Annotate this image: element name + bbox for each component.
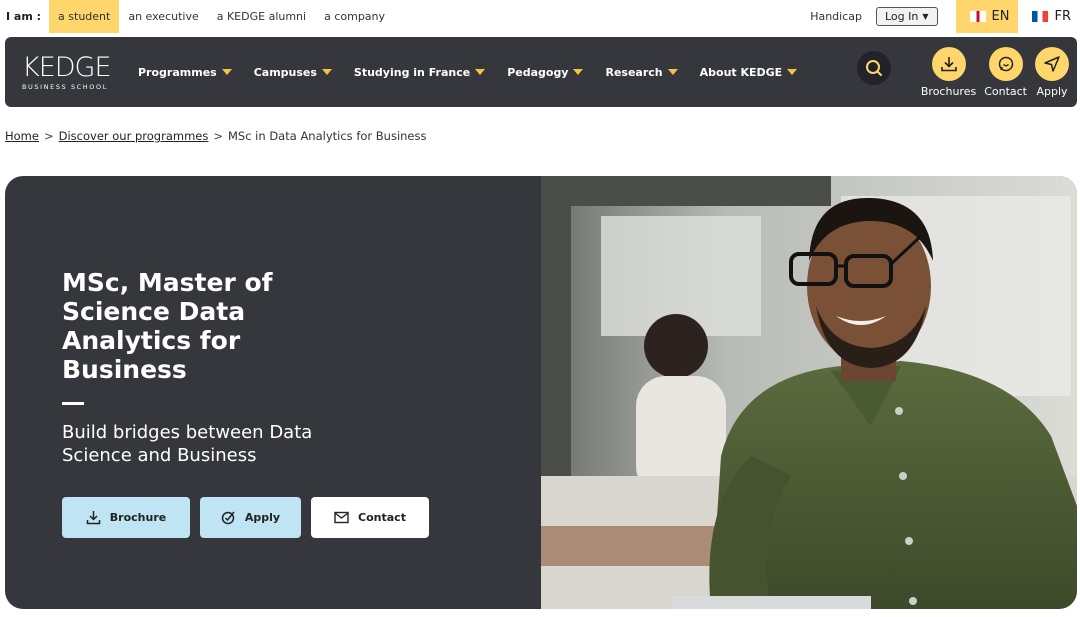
caret-down-icon [221, 69, 232, 75]
caret-down-icon: ▼ [922, 12, 929, 21]
logo-subtitle: BUSINESS SCHOOL [22, 82, 108, 91]
apply-button[interactable]: Apply [200, 497, 301, 538]
search-icon [865, 60, 882, 76]
page-title: MSc, Master of Science Data Analytics fo… [62, 268, 273, 384]
breadcrumb-home[interactable]: Home [5, 129, 39, 143]
topbar-right: Handicap Log In ▼ EN FR [810, 0, 1080, 33]
contact-button-label: Contact [358, 511, 406, 524]
breadcrumb-current: MSc in Data Analytics for Business [227, 129, 427, 143]
audience-company[interactable]: a company [315, 0, 394, 33]
brochure-button[interactable]: Brochure [62, 497, 190, 538]
title-divider [62, 402, 84, 405]
brochures-button[interactable]: Brochures [921, 47, 976, 98]
download-icon [931, 47, 966, 81]
contact-button[interactable]: Contact [311, 497, 429, 538]
menu-about-label: About KEDGE [699, 65, 783, 79]
login-dropdown[interactable]: Log In ▼ [876, 7, 938, 26]
brochures-label: Brochures [920, 85, 977, 98]
breadcrumb-programmes[interactable]: Discover our programmes [59, 129, 209, 143]
student-laptop-photo [541, 176, 1077, 609]
logo-wordmark: KEDGE [22, 51, 112, 83]
uk-flag-icon [969, 11, 986, 22]
caret-down-icon [573, 69, 584, 75]
login-label: Log In [885, 10, 919, 23]
hero-banner: MSc, Master of Science Data Analytics fo… [5, 176, 1077, 609]
main-nav: KEDGE BUSINESS SCHOOL Programmes Campuse… [5, 37, 1077, 107]
menu-programmes[interactable]: Programmes [138, 66, 232, 79]
audience-alumni[interactable]: a KEDGE alumni [208, 0, 315, 33]
menu-studying-in-france[interactable]: Studying in France [353, 65, 486, 79]
apply-nav-button[interactable]: Apply [1035, 47, 1069, 98]
send-icon [1035, 47, 1069, 81]
breadcrumb: Home > Discover our programmes > MSc in … [5, 129, 427, 143]
target-check-icon [221, 511, 235, 525]
apply-nav-label: Apply [1036, 85, 1068, 98]
menu-programmes-label: Programmes [138, 65, 217, 79]
language-fr-label: FR [1054, 9, 1071, 24]
search-button[interactable] [856, 51, 891, 85]
nav-actions: Brochures Contact Apply [856, 37, 1069, 107]
audience-student[interactable]: a student [49, 0, 120, 33]
hero-subtitle: Build bridges between Data Science and B… [62, 422, 313, 466]
breadcrumb-separator: > [213, 129, 223, 143]
chat-icon [988, 47, 1023, 81]
menu-about[interactable]: About KEDGE [700, 66, 798, 79]
hero-photo [541, 176, 1077, 609]
language-en-label: EN [991, 9, 1010, 24]
language-en[interactable]: EN [955, 0, 1019, 33]
menu-research[interactable]: Research [605, 65, 678, 79]
main-menu: Programmes Campuses Studying in France P… [138, 65, 798, 79]
iam-label: I am : [6, 10, 42, 23]
caret-down-icon [787, 69, 798, 75]
menu-campuses-label: Campuses [253, 65, 317, 79]
menu-research-label: Research [605, 65, 663, 79]
handicap-link[interactable]: Handicap [810, 10, 862, 23]
breadcrumb-separator: > [43, 129, 54, 143]
contact-nav-label: Contact [984, 85, 1027, 98]
hero-buttons: Brochure Apply Contact [62, 497, 429, 538]
menu-studying-label: Studying in France [353, 65, 471, 79]
fr-flag-icon [1032, 11, 1049, 22]
apply-button-label: Apply [244, 511, 281, 524]
audience-bar: I am : a student an executive a KEDGE al… [0, 0, 1080, 33]
language-fr[interactable]: FR [1018, 0, 1080, 33]
kedge-logo[interactable]: KEDGE BUSINESS SCHOOL [22, 51, 122, 91]
menu-pedagogy-label: Pedagogy [507, 65, 569, 79]
mail-icon [334, 511, 349, 524]
contact-nav-button[interactable]: Contact [984, 47, 1027, 98]
menu-campuses[interactable]: Campuses [254, 66, 332, 79]
brochure-button-label: Brochure [109, 511, 167, 524]
caret-down-icon [475, 69, 486, 75]
audience-executive[interactable]: an executive [119, 0, 207, 33]
menu-pedagogy[interactable]: Pedagogy [507, 65, 584, 79]
caret-down-icon [667, 69, 678, 75]
download-icon [86, 511, 101, 525]
caret-down-icon [321, 69, 332, 75]
